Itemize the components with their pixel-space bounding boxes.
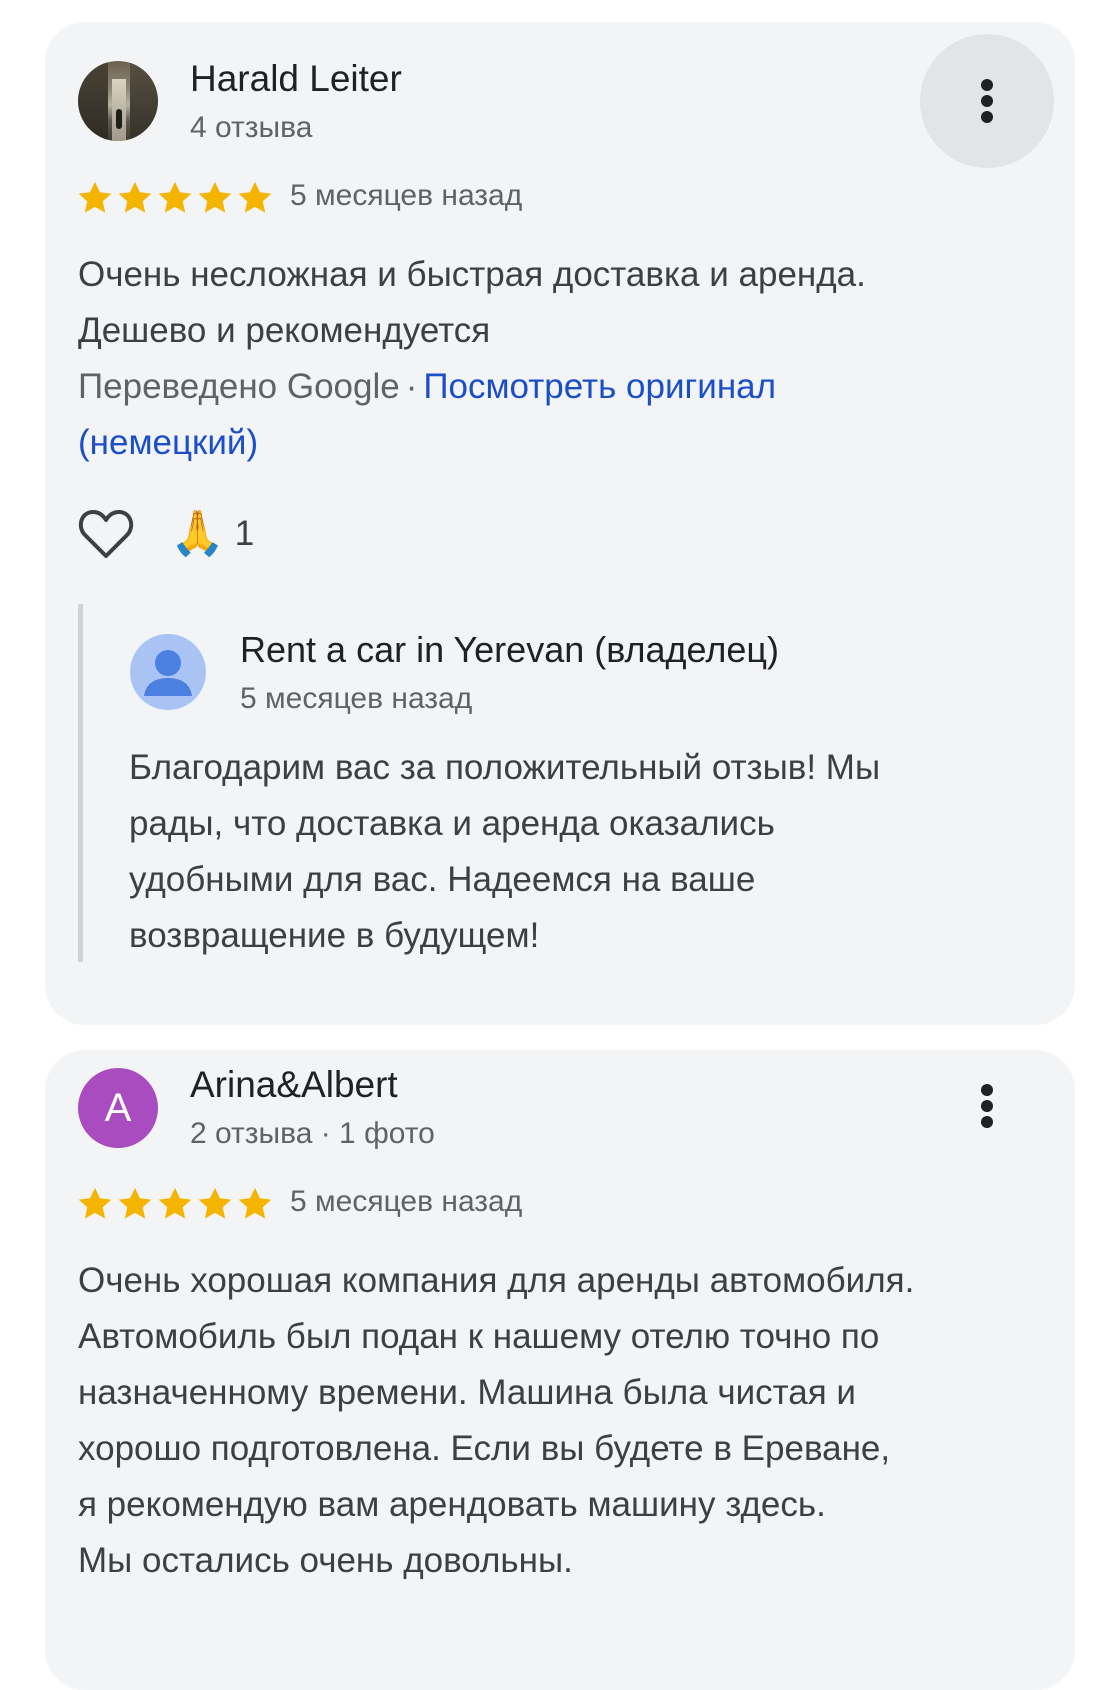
star-icon bbox=[198, 1187, 232, 1219]
review-card: A Arina&Albert 2 отзыва · 1 фото 5 месяц… bbox=[45, 1050, 1075, 1690]
person-icon bbox=[144, 650, 192, 696]
more-options-button[interactable] bbox=[920, 34, 1054, 168]
review-text-line: назначенному времени. Машина была чистая… bbox=[78, 1373, 856, 1412]
translation-line: Переведено Google · Посмотреть оригинал bbox=[78, 359, 1038, 415]
more-options-button[interactable] bbox=[920, 1039, 1054, 1173]
star-icon bbox=[118, 1187, 152, 1219]
review-text-line: Очень хорошая компания для аренды автомо… bbox=[78, 1261, 915, 1300]
owner-reply-line: Благодарим вас за положительный отзыв! М… bbox=[129, 748, 881, 787]
pray-emoji-icon[interactable]: 🙏 bbox=[170, 507, 225, 561]
star-icon bbox=[158, 1187, 192, 1219]
star-rating bbox=[76, 179, 274, 217]
view-original-link[interactable]: Посмотреть оригинал bbox=[423, 367, 776, 406]
heart-outline-icon[interactable] bbox=[78, 507, 134, 561]
owner-reply-text: Благодарим вас за положительный отзыв! М… bbox=[129, 740, 1049, 964]
review-date: 5 месяцев назад bbox=[290, 1185, 523, 1218]
star-icon bbox=[158, 181, 192, 213]
owner-name: Rent a car in Yerevan (владелец) bbox=[240, 629, 780, 670]
star-icon bbox=[198, 181, 232, 213]
review-text-line: хорошо подготовлена. Если вы будете в Ер… bbox=[78, 1429, 891, 1468]
review-text-line: Очень несложная и быстрая доставка и аре… bbox=[78, 255, 866, 294]
reviewer-meta: 4 отзыва bbox=[190, 111, 313, 144]
more-vertical-icon bbox=[981, 1084, 993, 1128]
review-text: Очень хорошая компания для аренды автомо… bbox=[78, 1253, 1068, 1589]
translated-label: Переведено Google bbox=[78, 367, 400, 406]
reviewer-name[interactable]: Arina&Albert bbox=[190, 1064, 398, 1106]
separator-dot: · bbox=[405, 367, 418, 406]
view-original-link-language[interactable]: (немецкий) bbox=[78, 415, 1038, 471]
reply-divider bbox=[78, 604, 83, 962]
review-date: 5 месяцев назад bbox=[290, 179, 523, 212]
reaction-row: 🙏 1 bbox=[78, 507, 254, 561]
star-icon bbox=[78, 181, 112, 213]
reviewer-name[interactable]: Harald Leiter bbox=[190, 58, 402, 100]
more-vertical-icon bbox=[981, 79, 993, 123]
owner-reply-line: удобными для вас. Надеемся на ваше bbox=[129, 860, 756, 899]
owner-reply-line: рады, что доставка и аренда оказались bbox=[129, 804, 775, 843]
review-text-line: Автомобиль был подан к нашему отелю точн… bbox=[78, 1317, 880, 1356]
owner-reply-date: 5 месяцев назад bbox=[240, 682, 473, 715]
reaction-count: 1 bbox=[234, 514, 255, 553]
review-text: Очень несложная и быстрая доставка и аре… bbox=[78, 247, 1038, 471]
reviewer-meta: 2 отзыва · 1 фото bbox=[190, 1117, 435, 1150]
star-icon bbox=[238, 181, 272, 213]
star-icon bbox=[78, 1187, 112, 1219]
star-icon bbox=[118, 181, 152, 213]
review-text-line: Мы остались очень довольны. bbox=[78, 1541, 573, 1580]
reviewer-avatar[interactable]: A bbox=[78, 1068, 158, 1148]
review-text-line: я рекомендую вам арендовать машину здесь… bbox=[78, 1485, 826, 1524]
reviewer-avatar[interactable] bbox=[78, 61, 158, 141]
owner-avatar bbox=[130, 634, 206, 710]
star-rating bbox=[76, 1185, 274, 1223]
owner-reply-line: возвращение в будущем! bbox=[129, 916, 540, 955]
review-card: Harald Leiter 4 отзыва 5 месяцев назад О… bbox=[45, 22, 1075, 1025]
star-icon bbox=[238, 1187, 272, 1219]
review-text-line: Дешево и рекомендуется bbox=[78, 311, 491, 350]
